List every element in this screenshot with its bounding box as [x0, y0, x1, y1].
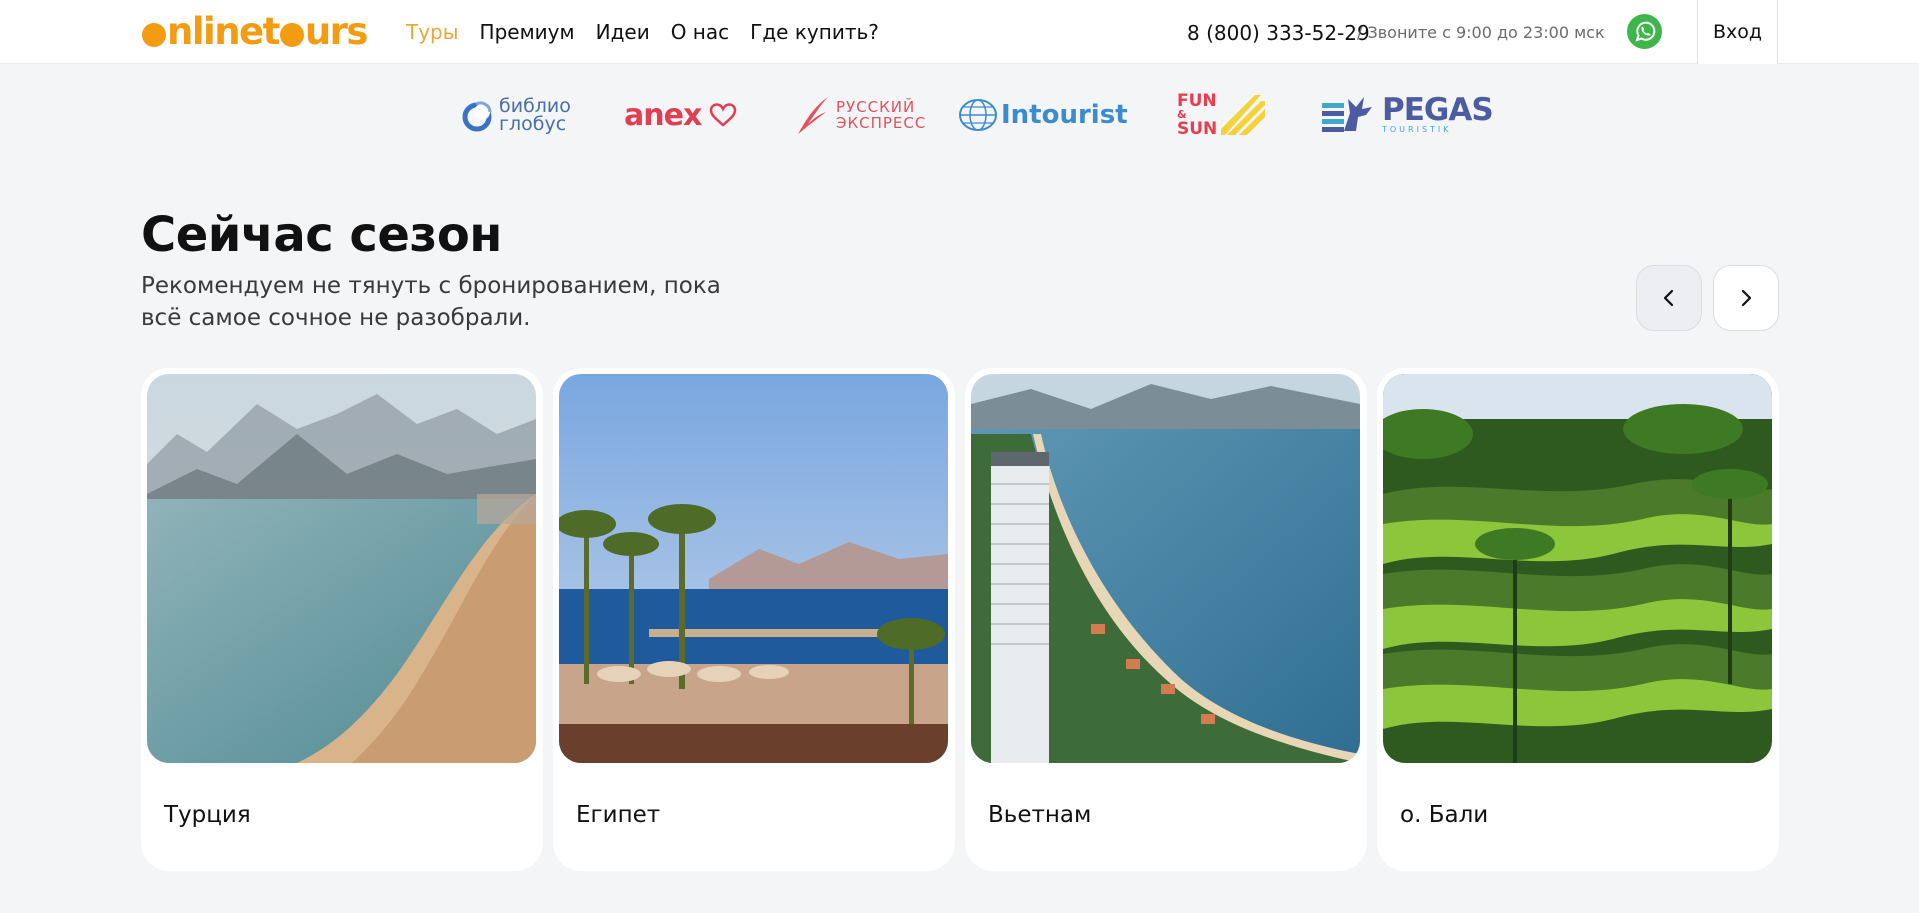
intourist-text: Intourist [1001, 100, 1128, 130]
russian-express-logo[interactable]: РУССКИЙ ЭКСПРЕСС [794, 90, 926, 140]
bali-rice-terraces-image [1383, 374, 1772, 763]
pegas-text: PEGAS [1382, 92, 1494, 128]
russian-line-1: РУССКИЙ [836, 98, 916, 116]
pegas-touristik-logo[interactable]: PEGAS TOURISTIK [1322, 90, 1494, 140]
card-label: о. Бали [1400, 802, 1489, 828]
carousel-next-button[interactable] [1713, 265, 1779, 331]
nav-about[interactable]: О нас [671, 20, 729, 44]
heart-icon [710, 103, 737, 127]
call-hours: / Звоните с 9:00 до 23:00 мск [1357, 23, 1605, 42]
whatsapp-icon[interactable] [1627, 14, 1662, 49]
carousel-prev-button[interactable] [1636, 265, 1702, 331]
russian-line-2: ЭКСПРЕСС [836, 114, 927, 132]
section-subtitle: Рекомендуем не тянуть с бронированием, п… [141, 273, 721, 331]
destination-card-vietnam[interactable]: Вьетнам [965, 368, 1367, 871]
destination-card-bali[interactable]: о. Бали [1377, 368, 1779, 871]
section-title: Сейчас сезон [141, 207, 502, 263]
nav-tours[interactable]: Туры [406, 20, 459, 44]
biblio-line-2: глобус [499, 113, 567, 135]
nav-where-to-buy[interactable]: Где купить? [750, 20, 879, 44]
login-label: Вход [1712, 21, 1763, 43]
destination-card-turkey[interactable]: Турция [141, 368, 543, 871]
anex-logo[interactable]: anex [624, 90, 737, 140]
funsun-line-3: SUN [1177, 119, 1218, 139]
nav-ideas[interactable]: Идеи [596, 20, 650, 44]
card-label: Египет [576, 802, 661, 828]
card-label: Вьетнам [988, 802, 1092, 828]
phone-number[interactable]: 8 (800) 333-52-29 [1187, 21, 1370, 45]
main-nav: Туры Премиум Идеи О нас Где купить? [406, 20, 900, 44]
header: nlineturs onlinetours Туры Премиум Идеи … [0, 0, 1919, 64]
bird-icon [798, 97, 828, 134]
sun-stripes-icon [1221, 95, 1266, 135]
intourist-logo[interactable]: Intourist [958, 90, 1128, 140]
card-label: Турция [164, 802, 251, 828]
anex-text: anex [624, 97, 702, 133]
login-button[interactable]: Вход [1697, 0, 1778, 64]
partner-logos: библио глобус anex РУССКИЙ ЭКСПРЕСС Into… [0, 64, 1919, 164]
globe-icon [959, 99, 997, 131]
turkey-beach-image [147, 374, 536, 763]
fun-sun-logo[interactable]: FUN & SUN [1177, 90, 1266, 140]
vietnam-coast-image [971, 374, 1360, 763]
pegasus-icon [1322, 97, 1372, 132]
chevron-left-icon [1663, 289, 1674, 307]
egypt-resort-image [559, 374, 948, 763]
nav-premium[interactable]: Премиум [480, 20, 575, 44]
biblio-globus-icon [462, 101, 492, 132]
biblio-globus-logo[interactable]: библио глобус [460, 90, 571, 140]
onlinetours-logo[interactable]: nlineturs onlinetours [141, 13, 368, 51]
chevron-right-icon [1741, 289, 1752, 307]
destination-card-egypt[interactable]: Египет [553, 368, 955, 871]
